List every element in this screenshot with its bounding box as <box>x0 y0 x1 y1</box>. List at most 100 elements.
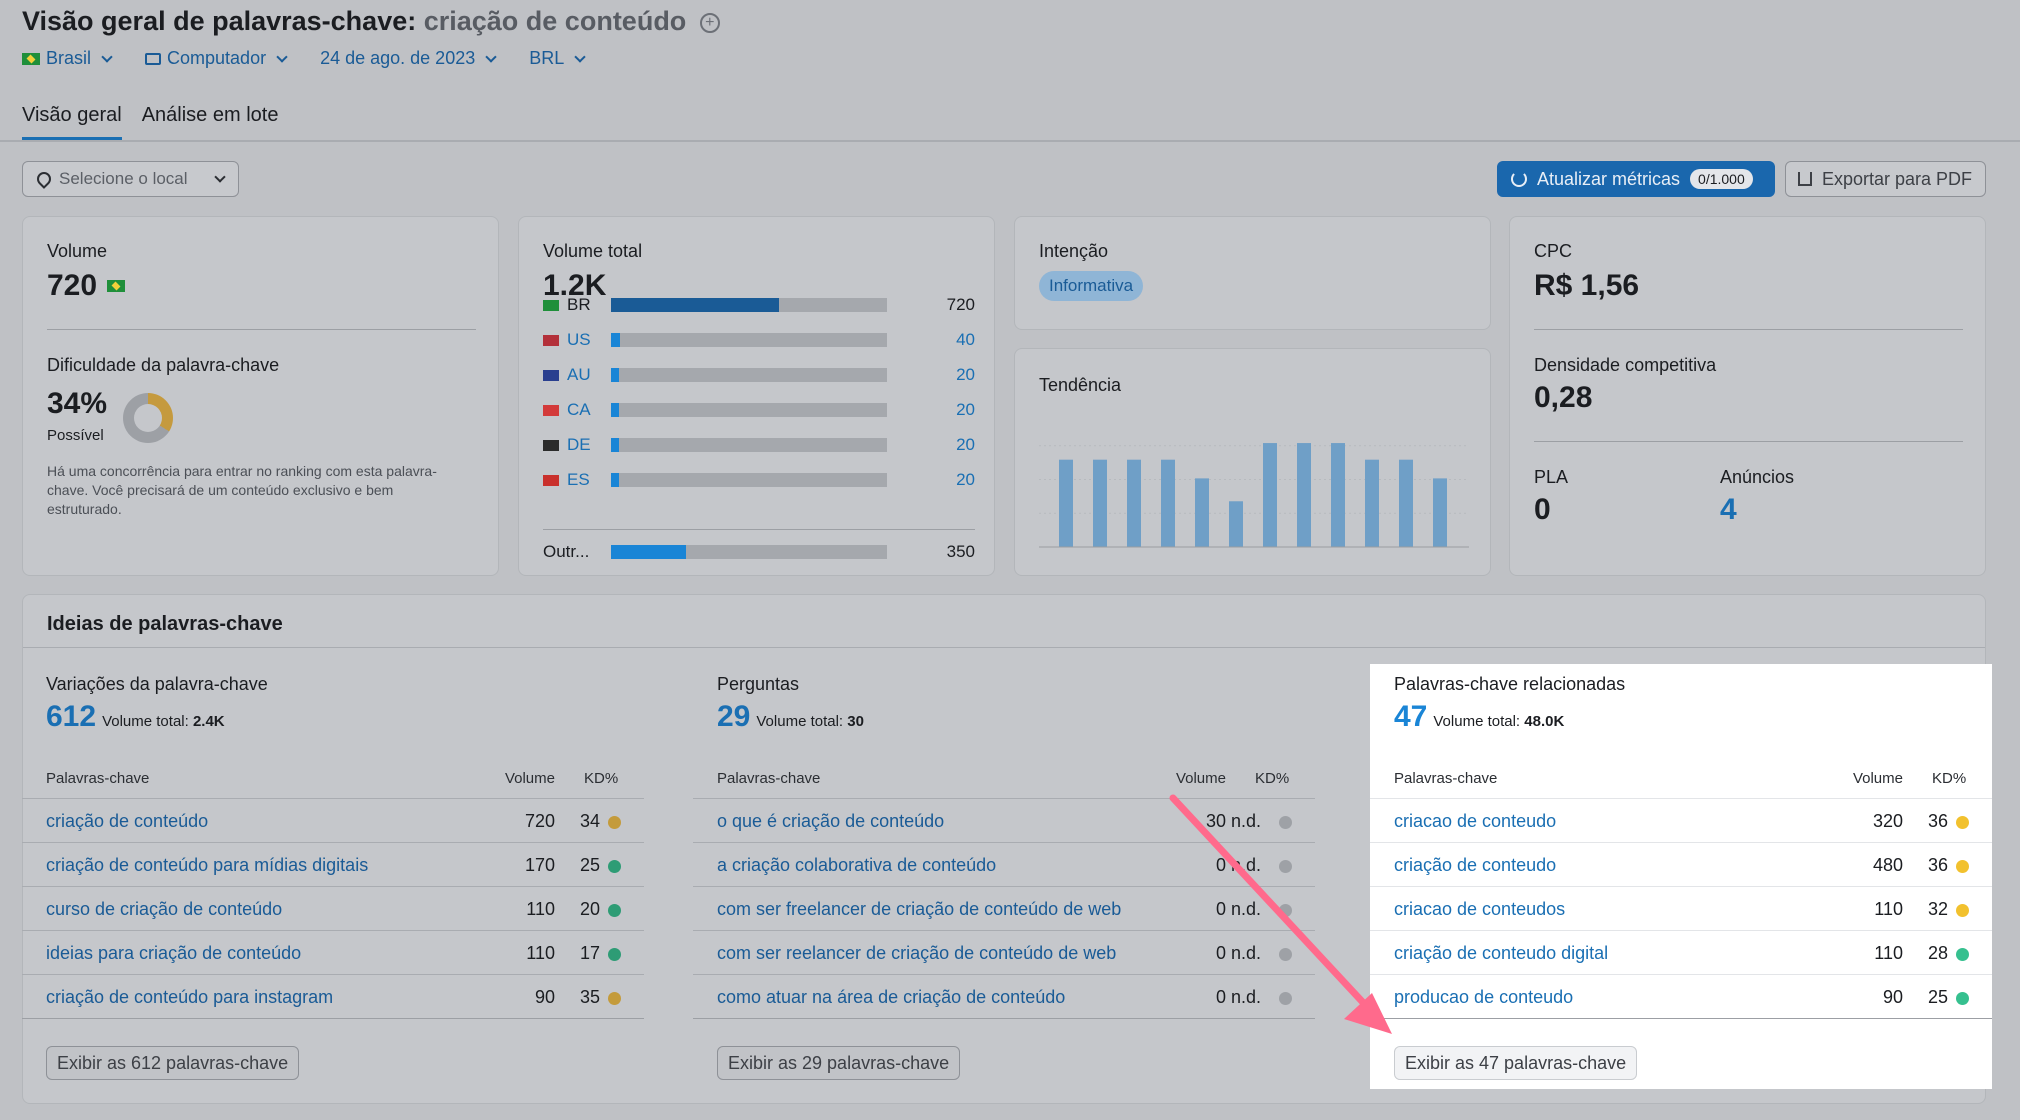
keyword-volume: 0 <box>1215 855 1226 875</box>
difficulty-description: Há uma concorrência para entrar no ranki… <box>47 463 437 517</box>
divider <box>693 1018 1315 1019</box>
title-keyword: criação de conteúdo <box>423 6 687 36</box>
country-bar-track <box>611 333 887 347</box>
date-filter[interactable]: 24 de ago. de 2023 <box>320 48 497 69</box>
device-filter[interactable]: Computador <box>145 48 288 69</box>
trend-bar[interactable] <box>1399 459 1413 547</box>
country-bar-track <box>611 298 887 312</box>
keyword-link[interactable]: o que é criação de conteúdo <box>717 811 944 832</box>
country-value[interactable]: 40 <box>956 330 975 350</box>
keyword-link[interactable]: curso de criação de conteúdo <box>46 899 282 920</box>
filters-bar: Brasil Computador 24 de ago. de 2023 BRL <box>22 48 586 69</box>
tab-batch-analysis[interactable]: Análise em lote <box>142 104 279 140</box>
monitor-icon <box>145 52 162 65</box>
country-bar-track <box>611 473 887 487</box>
country-bar-fill <box>611 403 619 417</box>
trend-bar[interactable] <box>1093 459 1107 547</box>
kd-indicator-dot <box>608 904 621 917</box>
keyword-link[interactable]: criacao de conteudos <box>1394 899 1565 920</box>
keyword-link[interactable]: ideias para criação de conteúdo <box>46 943 301 964</box>
country-bar-fill <box>611 473 619 487</box>
keyword-kd: n.d. <box>1230 987 1261 1007</box>
add-icon[interactable]: + <box>699 13 720 33</box>
export-pdf-button[interactable]: Exportar para PDF <box>1785 161 1986 197</box>
country-filter[interactable]: Brasil <box>22 48 113 69</box>
country-bar-fill <box>611 333 621 347</box>
trend-bar[interactable] <box>1229 501 1243 547</box>
show-all-keywords-button[interactable]: Exibir as 612 palavras-chave <box>46 1046 300 1080</box>
kd-indicator-dot <box>1279 816 1292 829</box>
keyword-link[interactable]: com ser reelancer de criação de conteúdo… <box>717 943 1116 964</box>
trend-bar[interactable] <box>1195 478 1209 547</box>
country-code-label[interactable]: ES <box>567 470 590 490</box>
keyword-link[interactable]: com ser freelancer de criação de conteúd… <box>717 899 1121 920</box>
trend-bar[interactable] <box>1297 443 1311 547</box>
column-header-volume: Volume <box>504 770 555 787</box>
location-select[interactable]: Selecione o local <box>22 161 239 197</box>
keyword-link[interactable]: criação de conteúdo <box>46 811 208 832</box>
kd-indicator-dot <box>608 816 621 829</box>
keyword-count[interactable]: 612 <box>46 700 96 733</box>
country-code: AU <box>543 365 605 385</box>
trend-bar[interactable] <box>1127 459 1141 547</box>
cpc-card: CPC R$ 1,56 Densidade competitiva 0,28 P… <box>1509 216 1986 576</box>
keyword-kd: 34 <box>579 811 600 831</box>
cpc-value: R$ 1,56 <box>1534 269 1640 302</box>
trend-bar[interactable] <box>1365 459 1379 547</box>
trend-bar[interactable] <box>1059 459 1073 547</box>
brazil-flag-icon <box>22 52 40 65</box>
trend-bar[interactable] <box>1161 459 1175 547</box>
chevron-down-icon <box>213 171 226 183</box>
keyword-link[interactable]: criação de conteudo <box>1394 855 1556 876</box>
country-bar-track <box>611 545 887 559</box>
flag-icon <box>543 439 559 451</box>
country-row: ES 20 <box>543 468 975 492</box>
intent-label: Intenção <box>1039 241 1109 261</box>
keyword-link[interactable]: criação de conteúdo para instagram <box>46 987 333 1008</box>
column-heading: Variações da palavra-chave <box>46 674 268 694</box>
country-label: Brasil <box>46 48 92 68</box>
keyword-link[interactable]: a criação colaborativa de conteúdo <box>717 855 996 876</box>
keyword-count[interactable]: 29 <box>717 700 750 733</box>
update-metrics-label: Atualizar métricas <box>1537 168 1681 189</box>
country-code: US <box>543 330 605 350</box>
ads-value[interactable]: 4 <box>1720 493 1737 527</box>
country-code-label[interactable]: AU <box>567 365 591 385</box>
pla-value: 0 <box>1534 493 1551 526</box>
total-volume-card: Volume total 1.2K BR 720 US 40 AU 20 CA 20 DE 20 E… <box>518 216 995 576</box>
currency-filter[interactable]: BRL <box>529 48 586 69</box>
country-code: ES <box>543 470 605 490</box>
country-code-label[interactable]: DE <box>567 435 591 455</box>
total-volume-value: 48.0K <box>1524 713 1565 730</box>
trend-bar[interactable] <box>1433 478 1447 547</box>
country-value[interactable]: 20 <box>956 365 975 385</box>
tab-overview[interactable]: Visão geral <box>22 104 122 140</box>
keyword-link[interactable]: criação de conteudo digital <box>1394 943 1608 964</box>
total-volume-value: 2.4K <box>192 713 225 730</box>
keyword-row: o que é criação de conteúdo 30 n.d. <box>693 798 1315 842</box>
keyword-kd: n.d. <box>1230 899 1261 919</box>
country-value[interactable]: 20 <box>956 400 975 420</box>
country-code-label[interactable]: US <box>567 330 591 350</box>
keyword-volume: 110 <box>526 899 555 919</box>
show-all-keywords-button[interactable]: Exibir as 47 palavras-chave <box>1394 1046 1638 1080</box>
trend-bar[interactable] <box>1263 443 1277 547</box>
trend-bar[interactable] <box>1331 443 1345 547</box>
keyword-link[interactable]: como atuar na área de criação de conteúd… <box>717 987 1065 1008</box>
keyword-link[interactable]: producao de conteudo <box>1394 987 1573 1008</box>
keyword-link[interactable]: criação de conteúdo para mídias digitais <box>46 855 368 876</box>
kd-indicator-dot <box>1956 860 1969 873</box>
difficulty-label: Dificuldade da palavra-chave <box>47 355 280 375</box>
update-metrics-button[interactable]: Atualizar métricas 0/1.000 <box>1497 161 1775 197</box>
kd-indicator-dot <box>1279 948 1292 961</box>
upload-icon <box>1798 172 1812 186</box>
column-header-volume: Volume <box>1175 770 1226 787</box>
country-value[interactable]: 20 <box>956 470 975 490</box>
show-all-keywords-button[interactable]: Exibir as 29 palavras-chave <box>717 1046 961 1080</box>
country-value[interactable]: 20 <box>956 435 975 455</box>
keyword-link[interactable]: criacao de conteudo <box>1394 811 1556 832</box>
flag-icon <box>543 334 559 346</box>
keyword-count[interactable]: 47 <box>1394 700 1427 733</box>
kd-indicator-dot <box>1956 992 1969 1005</box>
country-code-label[interactable]: CA <box>567 400 591 420</box>
